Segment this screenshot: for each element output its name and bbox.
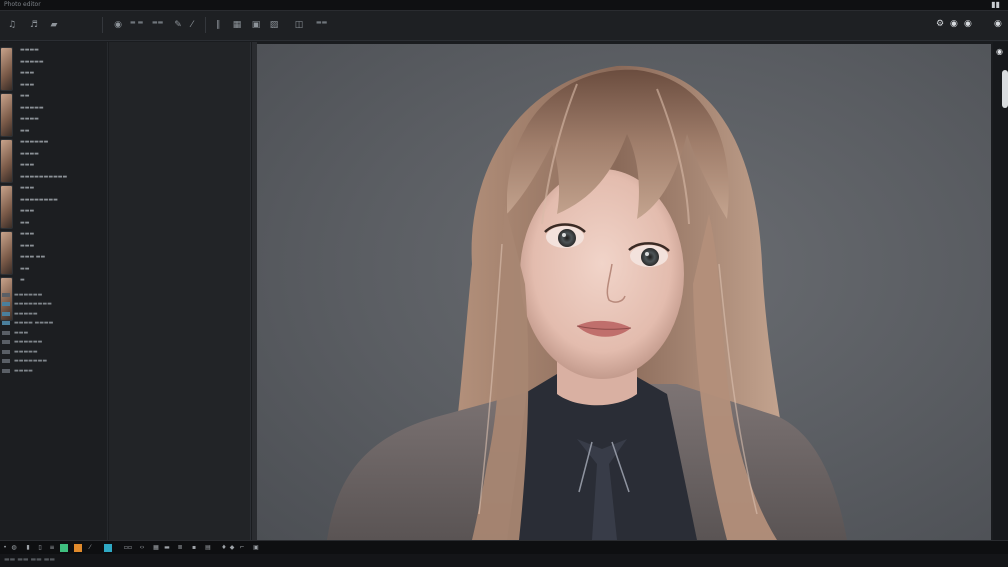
music-note-icon[interactable]: ♬ xyxy=(26,17,42,33)
property-row[interactable]: ▬▬▬ xyxy=(20,70,106,82)
orange-swatch[interactable] xyxy=(74,544,82,552)
layer-item[interactable]: ▬▬▬▬ ▬▬▬▬ xyxy=(2,319,106,329)
doc-icon[interactable]: ▤ xyxy=(204,543,212,552)
property-row[interactable]: ▬▬ xyxy=(20,128,106,140)
property-row[interactable]: ▬▬ xyxy=(20,266,106,278)
chevron-icon[interactable]: ‹› xyxy=(138,543,146,552)
layer-item[interactable]: ▬▬▬▬▬ xyxy=(2,309,106,319)
taskbar: ▬▬ ▬▬ ▬▬ ▬▬ xyxy=(0,554,1008,567)
property-row[interactable]: ▬▬▬ xyxy=(20,82,106,94)
property-row[interactable]: ▬▬▬▬▬▬ xyxy=(20,139,106,151)
camera-icon[interactable]: ▣ xyxy=(248,17,264,33)
zoom-indicator[interactable]: ▫▫ xyxy=(120,543,136,552)
layer-item[interactable]: ▬▬▬▬▬▬▬▬ xyxy=(2,300,106,310)
window-title: Photo editor xyxy=(4,1,41,8)
thumbnail[interactable] xyxy=(0,93,13,137)
toolbar-divider xyxy=(205,17,206,33)
layer-list: ▬▬▬▬▬▬ ▬▬▬▬▬▬▬▬ ▬▬▬▬▬ ▬▬▬▬ ▬▬▬▬ ▬▬▬ ▬▬▬▬… xyxy=(2,290,106,376)
grid-icon[interactable]: ▦ xyxy=(229,17,245,33)
status-bar: • ◍ ▮ ▯ ≡ ⁄ ▫▫ ‹› ▦ ▬ ≣ ▪ ▤ ♦ ◆ ⌐ ▣ xyxy=(0,540,1008,554)
thumbnail[interactable] xyxy=(0,47,13,91)
layer-item[interactable]: ▬▬▬▬▬▬ xyxy=(2,338,106,348)
frame-icon[interactable]: ▣ xyxy=(252,543,260,552)
layout-icon[interactable]: ◫ xyxy=(291,17,307,33)
accent-swatch[interactable] xyxy=(104,544,112,552)
toolbar-divider xyxy=(102,17,103,33)
brush-icon[interactable]: ⁄ xyxy=(86,543,94,552)
paint-icon[interactable]: ♦ xyxy=(220,543,228,552)
property-row[interactable]: ▬▬▬ xyxy=(20,185,106,197)
green-swatch[interactable] xyxy=(60,544,68,552)
property-row[interactable]: ▬▬▬▬▬▬▬▬ xyxy=(20,197,106,209)
property-row[interactable]: ▬▬▬▬▬ xyxy=(20,59,106,71)
toolbar-label: ▬▬ xyxy=(316,19,328,26)
trash-icon[interactable]: ▪ xyxy=(190,543,198,552)
layers-icon[interactable]: ▬ xyxy=(162,543,172,552)
toggle-icon[interactable]: ◉ xyxy=(950,19,958,29)
layers-icon[interactable]: ≣ xyxy=(176,543,184,552)
toolbar-label: ▬▬ xyxy=(152,19,164,26)
property-row[interactable]: ▬▬▬ xyxy=(20,231,106,243)
layer-item[interactable]: ▬▬▬▬▬ xyxy=(2,347,106,357)
property-row[interactable]: ▬▬▬▬ xyxy=(20,116,106,128)
file-icon[interactable]: ▮ xyxy=(24,543,32,552)
layer-item[interactable]: ▬▬▬▬▬▬▬ xyxy=(2,357,106,367)
main-toolbar: ♫ ♬ ▰ ◉ ▬ ▬ ▬▬ ✎ ⁄ ∥ ▦ ▣ ▨ ◫ ▬▬ ⚙ ◉ ◉ ◉ xyxy=(0,11,1008,41)
record-icon[interactable]: ◍ xyxy=(10,543,18,552)
layer-item[interactable]: ▬▬▬ xyxy=(2,328,106,338)
property-row[interactable]: ▬▬ xyxy=(20,220,106,232)
brush-icon[interactable]: ⁄ xyxy=(184,17,200,33)
right-rail: ◉ xyxy=(993,42,1008,540)
property-row[interactable]: ▬▬▬ ▬▬ xyxy=(20,254,106,266)
property-row[interactable]: ▬▬▬▬ xyxy=(20,151,106,163)
window-controls-icon[interactable]: ▮▮ xyxy=(991,0,1000,9)
marker-icon[interactable]: ◆ xyxy=(228,543,236,552)
toggle-icon[interactable]: ◉ xyxy=(964,19,972,29)
property-row[interactable]: ▬▬▬▬▬▬▬▬▬▬ xyxy=(20,174,106,186)
folder-icon[interactable]: ▰ xyxy=(46,17,62,33)
property-row[interactable]: ▬▬ xyxy=(20,93,106,105)
vertical-scrollbar[interactable] xyxy=(1002,70,1008,108)
grid-icon[interactable]: ▦ xyxy=(152,543,160,552)
toggle-icon[interactable]: ◉ xyxy=(994,19,1002,29)
property-row[interactable]: ▬▬▬▬ xyxy=(20,47,106,59)
property-list: ▬▬▬▬ ▬▬▬▬▬ ▬▬▬ ▬▬▬ ▬▬ ▬▬▬▬▬ ▬▬▬▬ ▬▬ ▬▬▬▬… xyxy=(20,47,106,289)
property-row[interactable]: ▬ xyxy=(20,277,106,289)
property-row[interactable]: ▬▬▬▬▬ xyxy=(20,105,106,117)
toggle-icon[interactable]: ◉ xyxy=(996,47,1003,56)
dot-icon[interactable]: • xyxy=(2,543,8,552)
list-icon[interactable]: ≡ xyxy=(48,543,56,552)
image-icon[interactable]: ▨ xyxy=(266,17,282,33)
title-bar: Photo editor ▮▮ xyxy=(0,0,1008,11)
properties-panel: ▬▬▬▬ ▬▬▬▬▬ ▬▬▬ ▬▬▬ ▬▬ ▬▬▬▬▬ ▬▬▬▬ ▬▬ ▬▬▬▬… xyxy=(0,42,108,540)
photo-editor-window: Photo editor ▮▮ ♫ ♬ ▰ ◉ ▬ ▬ ▬▬ ✎ ⁄ ∥ ▦ ▣… xyxy=(0,0,1008,567)
thumbnail[interactable] xyxy=(0,231,13,275)
crop-icon[interactable]: ⌐ xyxy=(238,543,246,552)
property-row[interactable]: ▬▬▬ xyxy=(20,243,106,255)
settings-icon[interactable]: ⚙ xyxy=(936,19,944,29)
columns-icon[interactable]: ∥ xyxy=(210,17,226,33)
taskbar-items: ▬▬ ▬▬ ▬▬ ▬▬ xyxy=(4,556,56,563)
property-row[interactable]: ▬▬▬ xyxy=(20,208,106,220)
globe-icon[interactable]: ◉ xyxy=(110,17,126,33)
layer-item[interactable]: ▬▬▬▬▬▬ xyxy=(2,290,106,300)
thumbnail-strip xyxy=(0,47,15,322)
music-icon[interactable]: ♫ xyxy=(4,17,20,33)
image-canvas[interactable] xyxy=(257,44,991,540)
thumbnail[interactable] xyxy=(0,139,13,183)
toolbar-label: ▬ ▬ xyxy=(130,19,144,26)
secondary-panel xyxy=(109,42,251,540)
thumbnail[interactable] xyxy=(0,185,13,229)
layer-item[interactable]: ▬▬▬▬ xyxy=(2,366,106,376)
file-icon[interactable]: ▯ xyxy=(36,543,44,552)
property-row[interactable]: ▬▬▬ xyxy=(20,162,106,174)
portrait-image xyxy=(327,65,847,540)
